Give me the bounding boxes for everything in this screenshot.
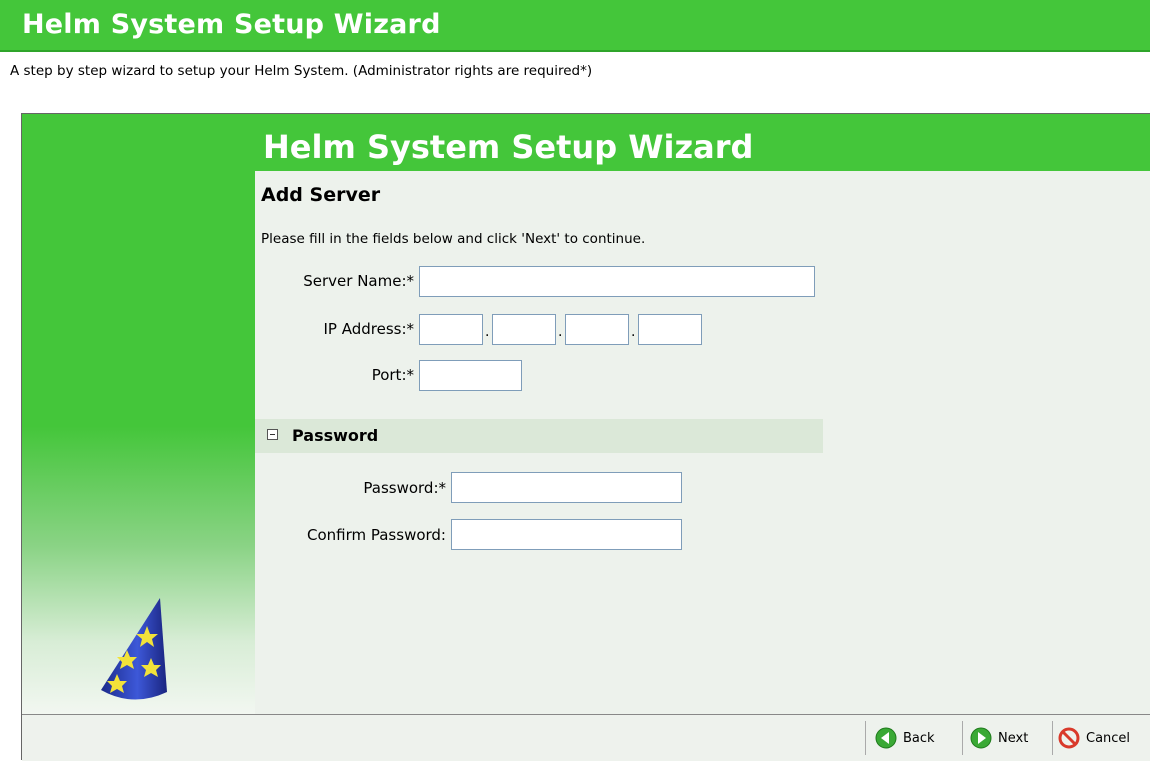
back-button[interactable]: Back	[875, 722, 935, 754]
ip-separator: .	[558, 324, 563, 340]
ip-octet-3-input[interactable]	[565, 314, 629, 345]
ip-separator: .	[631, 324, 636, 340]
ip-separator: .	[485, 324, 490, 340]
confirm-password-input[interactable]	[451, 519, 682, 550]
cancel-button[interactable]: Cancel	[1058, 722, 1130, 754]
wizard-panel: Helm System Setup Wizard Add Server Plea…	[21, 113, 1150, 761]
step-title: Add Server	[261, 184, 381, 206]
next-button[interactable]: Next	[970, 722, 1028, 754]
footer-divider	[865, 721, 866, 755]
footer-divider	[1052, 721, 1053, 755]
password-section-title: Password	[292, 426, 379, 445]
cancel-button-label: Cancel	[1086, 730, 1131, 746]
ip-octet-2-input[interactable]	[492, 314, 556, 345]
server-name-label: Server Name:*	[303, 272, 414, 290]
server-name-input[interactable]	[419, 266, 815, 297]
footer-divider	[962, 721, 963, 755]
ip-octet-4-input[interactable]	[638, 314, 702, 345]
wizard-title: Helm System Setup Wizard	[263, 128, 754, 166]
back-arrow-icon	[875, 727, 897, 749]
wizard-footer: Back Next Cancel	[22, 714, 1150, 761]
ip-address-label: IP Address:*	[323, 320, 414, 338]
port-input[interactable]	[419, 360, 522, 391]
password-section-header[interactable]: Password	[255, 419, 823, 453]
next-arrow-icon	[970, 727, 992, 749]
ip-octet-1-input[interactable]	[419, 314, 483, 345]
confirm-password-label: Confirm Password:	[306, 526, 446, 544]
back-button-label: Back	[903, 730, 935, 746]
next-button-label: Next	[998, 730, 1029, 746]
step-instructions: Please fill in the fields below and clic…	[261, 231, 646, 247]
wizard-hat-icon	[101, 598, 167, 700]
top-banner: Helm System Setup Wizard	[0, 0, 1150, 52]
app-title: Helm System Setup Wizard	[22, 9, 441, 40]
port-label: Port:*	[371, 366, 414, 384]
password-input[interactable]	[451, 472, 682, 503]
password-label: Password:*	[363, 479, 446, 497]
cancel-icon	[1058, 727, 1080, 749]
page-description: A step by step wizard to setup your Helm…	[10, 63, 593, 79]
collapse-minus-icon[interactable]	[267, 429, 278, 440]
